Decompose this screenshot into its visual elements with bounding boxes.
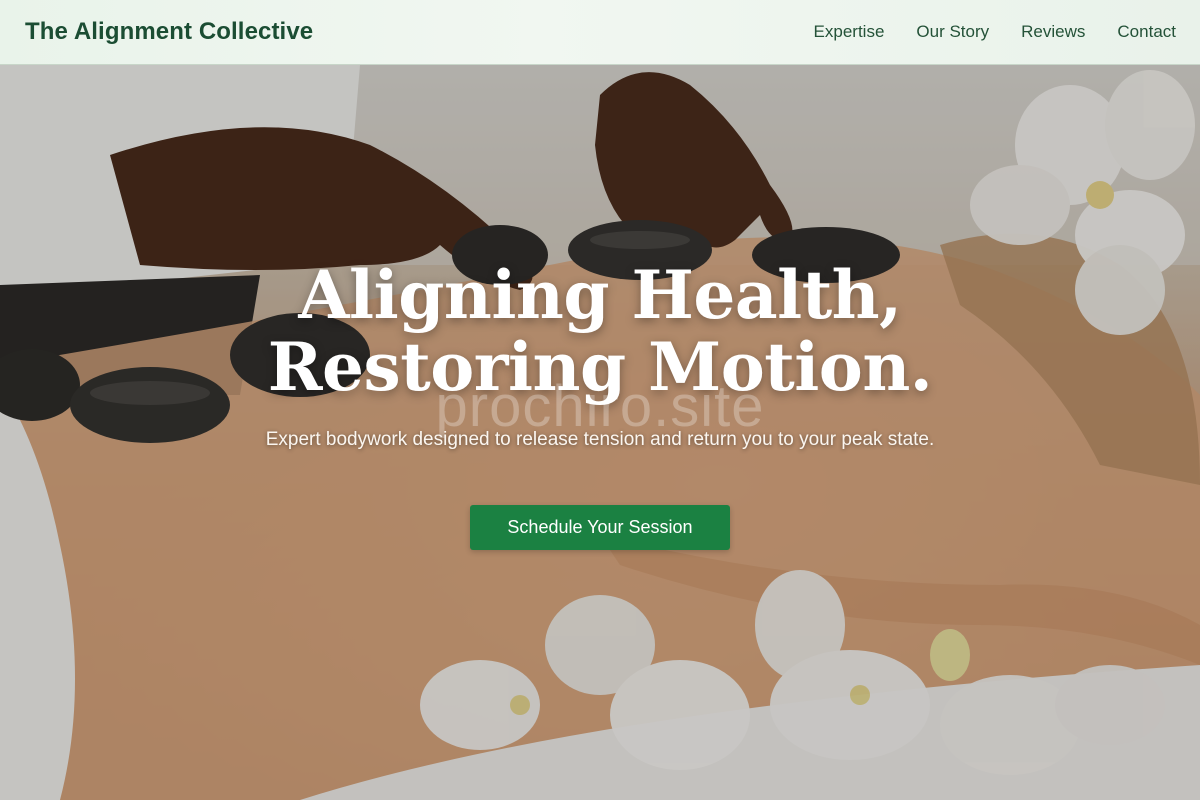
hero-title-line-1: Aligning Health, [298, 256, 902, 334]
nav-link-reviews[interactable]: Reviews [1021, 22, 1085, 42]
hero-content: Aligning Health, Restoring Motion. proch… [0, 65, 1200, 800]
site-header: The Alignment Collective Expertise Our S… [0, 0, 1200, 65]
main-nav: Expertise Our Story Reviews Contact [814, 22, 1176, 42]
nav-link-expertise[interactable]: Expertise [814, 22, 885, 42]
hero-subtitle: Expert bodywork designed to release tens… [265, 429, 935, 450]
nav-link-contact[interactable]: Contact [1117, 22, 1176, 42]
nav-link-our-story[interactable]: Our Story [916, 22, 989, 42]
brand-logo-text[interactable]: The Alignment Collective [25, 18, 313, 46]
schedule-session-button[interactable]: Schedule Your Session [470, 505, 730, 550]
